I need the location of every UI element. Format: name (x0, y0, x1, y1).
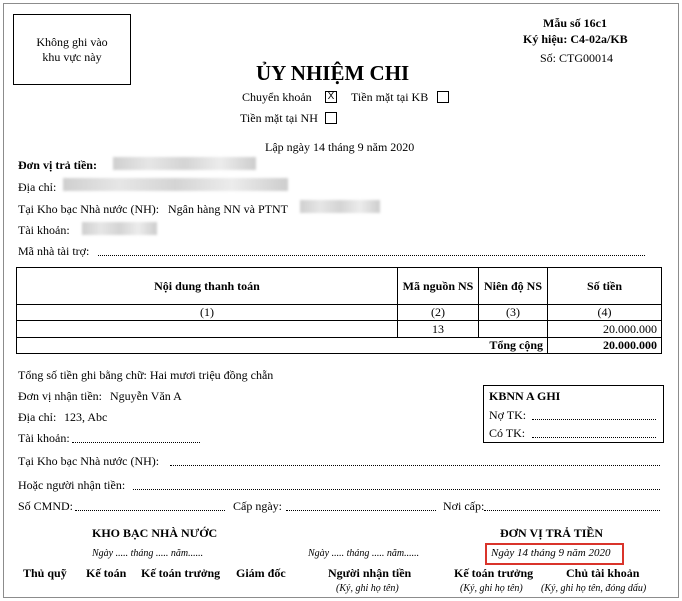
row-amount: 20.000.000 (547, 320, 662, 338)
kbnn-title: KBNN A GHI (489, 389, 561, 403)
accountant-sign-note: (Ký, ghi họ tên) (460, 583, 523, 594)
receiver-sign-note: (Ký, ghi họ tên) (336, 583, 399, 594)
payer-unit-redacted (113, 157, 256, 170)
cash-nh-checkbox[interactable] (325, 112, 337, 124)
payee-unit-value: Nguyễn Văn A (110, 389, 182, 403)
treasury-signature-date: Ngày ..... tháng ..... năm...... (92, 548, 204, 559)
transfer-label: Chuyển khoản (242, 90, 312, 104)
receiver-line (133, 489, 660, 490)
payment-table: Nội dung thanh toán Mã nguồn NS Niên độ … (16, 267, 662, 354)
form-template-number: Mẫu số 16c1 (543, 16, 607, 30)
payer-treasury-value: Ngân hàng NN và PTNT (168, 202, 288, 216)
debit-account-line (532, 419, 656, 420)
index-cell: (3) (478, 304, 548, 321)
not-write-area-box: Không ghi vào khu vực này (13, 14, 131, 85)
table-header-row: Nội dung thanh toán Mã nguồn NS Niên độ … (16, 267, 662, 305)
role-chief-accountant: Kế toán trưởng (141, 566, 221, 580)
payee-account-label: Tài khoản: (18, 431, 70, 445)
payer-address-redacted (63, 178, 288, 191)
row-fiscal-year (478, 320, 548, 338)
payee-address-value: 123, Abc (64, 410, 108, 424)
issue-date-label: Cấp ngày: (233, 499, 282, 513)
payer-treasury-label: Tại Kho bạc Nhà nước (NH): (18, 202, 160, 216)
total-amount: 20.000.000 (547, 337, 662, 354)
header-fiscal-year: Niên độ NS (478, 267, 548, 305)
payer-account-label: Tài khoản: (18, 223, 70, 237)
cash-kb-label: Tiền mặt tại KB (351, 90, 429, 104)
row-content (16, 320, 398, 338)
role-payer-chief-accountant: Kế toán trưởng (454, 566, 534, 580)
payer-signature-title: ĐƠN VỊ TRẢ TIỀN (500, 526, 604, 540)
id-number-label: Số CMND: (18, 499, 74, 513)
role-director: Giám đốc (236, 566, 286, 580)
payer-address-label: Địa chỉ: (18, 180, 57, 194)
document-title: ỦY NHIỆM CHI (256, 61, 410, 85)
role-account-owner: Chủ tài khoản (566, 566, 640, 580)
transfer-checkbox[interactable]: X (325, 91, 337, 103)
index-cell: (2) (397, 304, 479, 321)
table-total-row: Tổng cộng 20.000.000 (16, 337, 662, 354)
receiver-label: Hoặc người nhận tiền: (18, 478, 126, 492)
table-index-row: (1) (2) (3) (4) (16, 304, 662, 321)
created-date: Lập ngày 14 tháng 9 năm 2020 (265, 140, 415, 154)
cash-kb-checkbox[interactable] (437, 91, 449, 103)
form-number: Số: CTG00014 (540, 51, 614, 65)
payer-account-redacted (82, 222, 157, 235)
credit-account-line (532, 437, 656, 438)
header-amount: Số tiền (547, 267, 662, 305)
amount-in-words: Tổng số tiền ghi bằng chữ: Hai mươi triệ… (18, 368, 274, 382)
payee-account-line (72, 442, 200, 443)
issue-place-line (484, 510, 660, 511)
debit-account-label: Nợ TK: (489, 408, 527, 422)
header-source-code: Mã nguồn NS (397, 267, 479, 305)
role-cashier: Thủ quỹ (23, 566, 67, 580)
receiver-signature-date: Ngày ..... tháng ..... năm...... (308, 548, 420, 559)
payer-unit-label: Đơn vị trả tiền: (18, 158, 97, 172)
kbnn-record-box: KBNN A GHI Nợ TK: Có TK: (483, 385, 664, 443)
issue-place-label: Nơi cấp: (443, 499, 485, 513)
payee-treasury-label: Tại Kho bạc Nhà nước (NH): (18, 454, 160, 468)
role-receiver: Người nhận tiền (328, 566, 412, 580)
index-cell: (1) (16, 304, 398, 321)
issue-date-line (286, 510, 436, 511)
payee-address-label: Địa chỉ: (18, 410, 57, 424)
sponsor-code-label: Mã nhà tài trợ: (18, 244, 90, 258)
owner-sign-note: (Ký, ghi họ tên, đóng dấu) (541, 583, 647, 594)
credit-account-label: Có TK: (489, 426, 526, 440)
payee-unit-label: Đơn vị nhận tiền: (18, 389, 102, 403)
payee-treasury-line (170, 465, 660, 466)
not-write-area-text: Không ghi vào khu vực này (36, 34, 108, 64)
treasury-signature-title: KHO BẠC NHÀ NƯỚC (92, 526, 218, 540)
header-content: Nội dung thanh toán (16, 267, 398, 305)
cash-nh-label: Tiền mặt tại NH (240, 111, 318, 125)
index-cell: (4) (547, 304, 662, 321)
table-row: 13 20.000.000 (16, 320, 662, 338)
total-label: Tổng cộng (397, 337, 548, 354)
form-symbol: Ký hiệu: C4-02a/KB (523, 32, 628, 46)
payer-signature-date: Ngày 14 tháng 9 năm 2020 (491, 547, 611, 559)
row-source-code: 13 (397, 320, 479, 338)
role-accountant: Kế toán (86, 566, 127, 580)
id-number-line (75, 510, 225, 511)
payer-treasury-redacted (300, 200, 380, 213)
sponsor-code-line (98, 255, 645, 256)
